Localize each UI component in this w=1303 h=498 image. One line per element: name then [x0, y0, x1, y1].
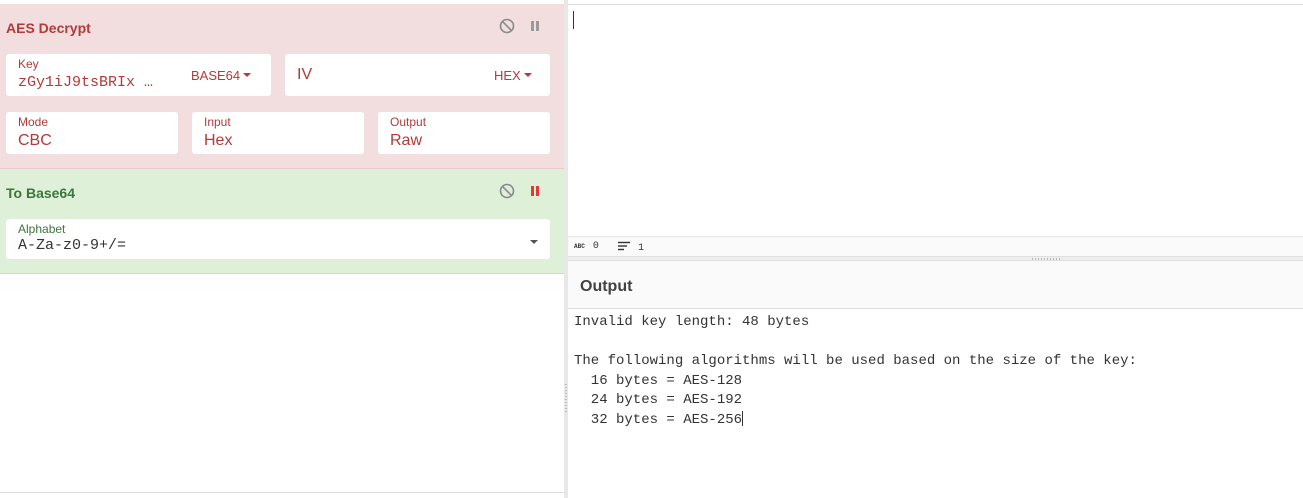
pause-icon[interactable]	[527, 18, 543, 34]
lines-indicator: 1	[618, 241, 644, 255]
to-base64-title: To Base64	[6, 185, 75, 201]
mode-field[interactable]: Mode CBC	[6, 112, 178, 154]
output-line: The following algorithms will be used ba…	[574, 353, 1137, 369]
mode-label: Mode	[18, 115, 49, 129]
input-status-bar: ABC 0 1	[568, 236, 1303, 257]
alphabet-field[interactable]: Alphabet A-Za-z0-9+/=	[6, 219, 550, 259]
alphabet-dropdown[interactable]	[527, 235, 538, 250]
output-line: 16 bytes = AES-128	[574, 372, 743, 389]
mode-value[interactable]: CBC	[18, 132, 52, 150]
output-format-field[interactable]: Output Raw	[378, 112, 550, 154]
key-encoding-label: BASE64	[191, 68, 241, 83]
pause-icon[interactable]	[527, 183, 543, 199]
input-format-label: Input	[204, 115, 231, 129]
length-value: 0	[592, 241, 599, 252]
key-label: Key	[18, 57, 39, 71]
chevron-down-icon	[243, 72, 252, 77]
output-line: 32 bytes = AES-256	[574, 411, 1299, 431]
text-cursor	[742, 411, 744, 427]
to-base64-operation[interactable]: To Base64 Alphabet A-Za-z0-9+/=	[0, 169, 564, 274]
key-input[interactable]: zGy1iJ9tsBRIx …	[18, 74, 178, 91]
lines-icon	[618, 241, 630, 255]
alphabet-value[interactable]: A-Za-z0-9+/=	[18, 237, 126, 254]
output-line-text: 32 bytes = AES-256	[574, 411, 743, 428]
alphabet-label: Alphabet	[18, 222, 66, 236]
chevron-down-icon	[530, 239, 538, 244]
iv-encoding-label: HEX	[494, 68, 521, 83]
disable-icon[interactable]	[499, 183, 515, 199]
abc-icon: ABC	[574, 243, 585, 250]
key-field[interactable]: Key zGy1iJ9tsBRIx … BASE64	[6, 54, 271, 96]
input-format-value[interactable]: Hex	[204, 132, 232, 150]
output-textarea[interactable]: Invalid key length: 48 bytes The followi…	[574, 313, 1299, 430]
input-textarea[interactable]	[568, 4, 1303, 237]
output-line: Invalid key length: 48 bytes	[574, 314, 810, 330]
chevron-down-icon	[523, 72, 532, 77]
output-format-value[interactable]: Raw	[390, 132, 422, 150]
lines-value: 1	[638, 242, 645, 254]
iv-placeholder: IV	[297, 66, 313, 83]
iv-encoding-dropdown[interactable]: HEX	[494, 68, 532, 83]
aes-decrypt-operation[interactable]: AES Decrypt Key zGy1iJ9tsBRIx … BASE64 I…	[0, 4, 564, 169]
output-header: Output	[568, 261, 1303, 309]
disable-icon[interactable]	[499, 18, 515, 34]
aes-decrypt-title: AES Decrypt	[6, 20, 91, 36]
output-line: 24 bytes = AES-192	[574, 392, 743, 408]
output-title: Output	[580, 278, 633, 295]
recipe-pane: AES Decrypt Key zGy1iJ9tsBRIx … BASE64 I…	[0, 0, 564, 498]
text-cursor	[573, 11, 574, 29]
output-format-label: Output	[390, 115, 427, 129]
input-format-field[interactable]: Input Hex	[192, 112, 364, 154]
iv-field[interactable]: IV HEX	[285, 54, 550, 96]
key-encoding-dropdown[interactable]: BASE64	[191, 68, 252, 83]
length-indicator: ABC 0	[574, 241, 599, 252]
